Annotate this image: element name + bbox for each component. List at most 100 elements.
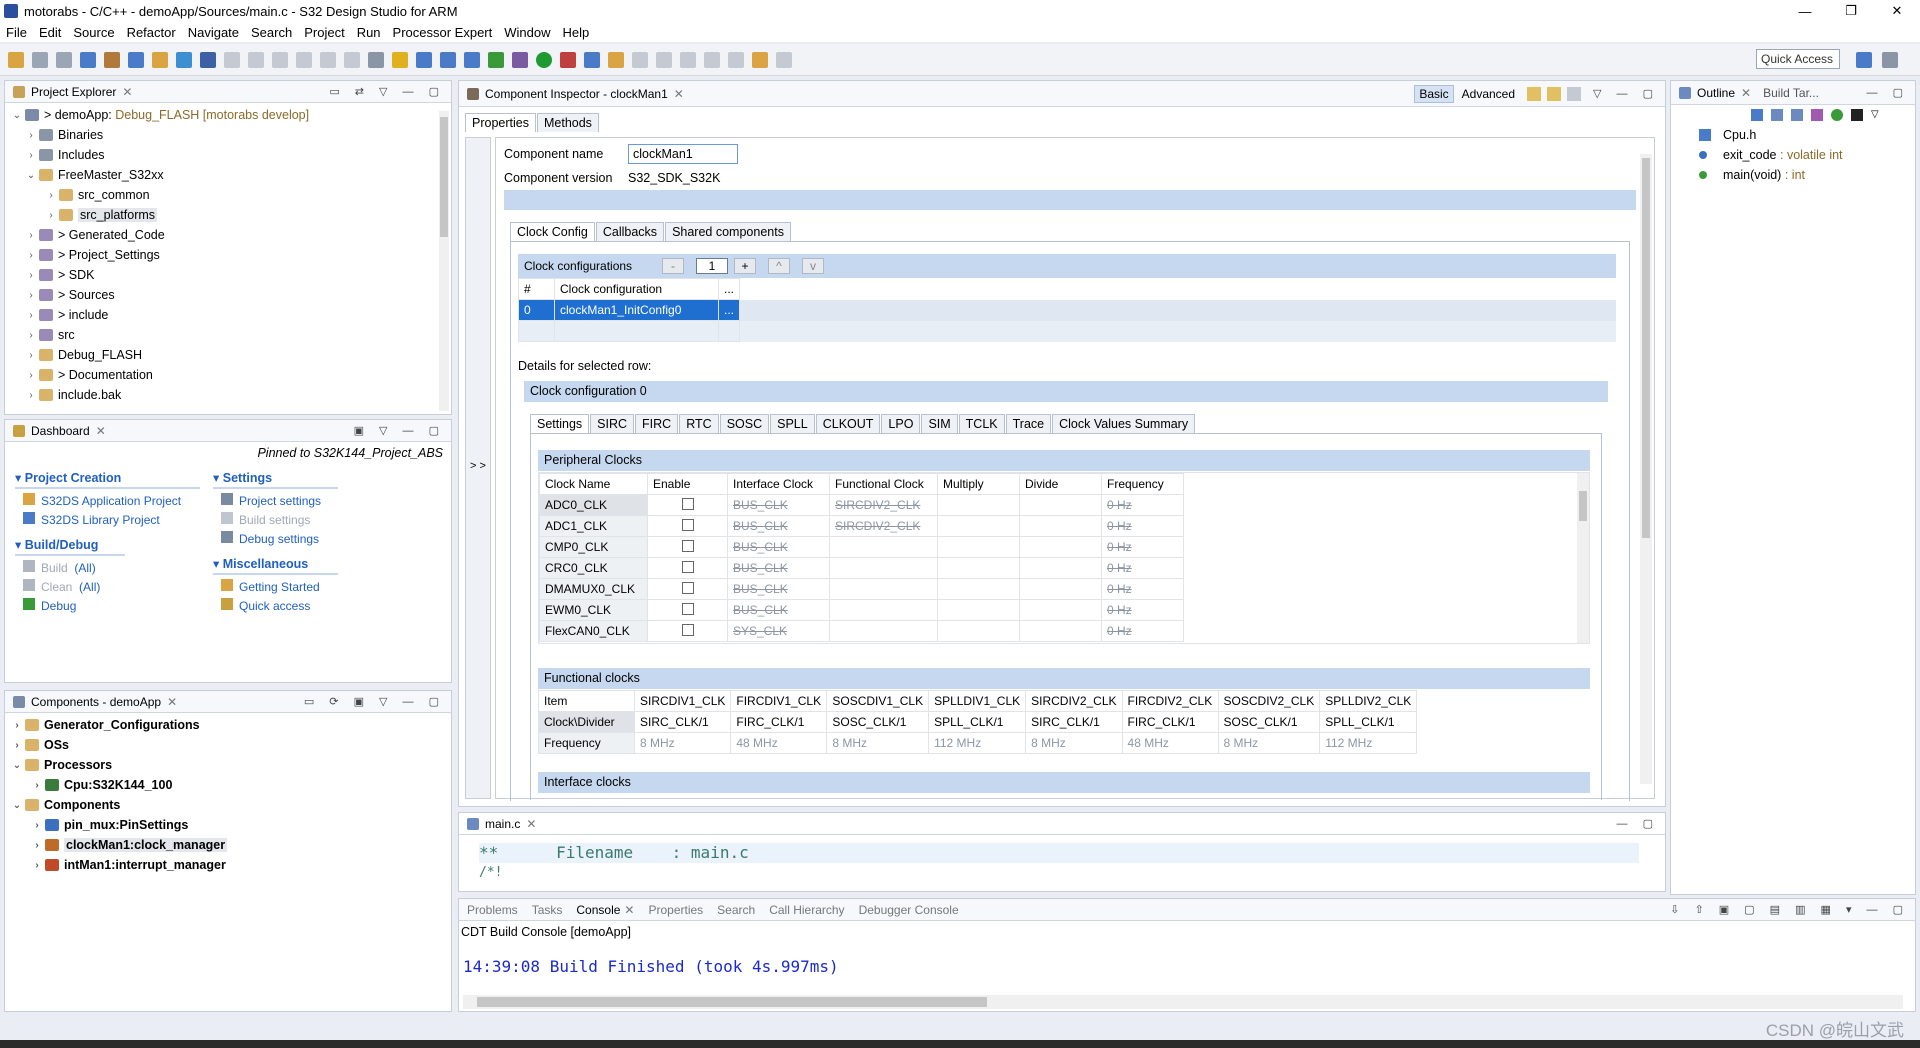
step-into-icon[interactable] xyxy=(320,51,336,68)
outline-item[interactable]: Cpu.h xyxy=(1699,125,1915,145)
s32ds-library-project-link[interactable]: S32DS Library Project xyxy=(23,512,200,531)
code-line-1[interactable]: ** Filename : main.c xyxy=(479,843,1639,863)
chevron-right-icon[interactable]: › xyxy=(31,820,43,831)
hide-static-icon[interactable] xyxy=(1811,109,1823,121)
console-hscrollbar[interactable] xyxy=(463,995,1903,1009)
inspector-title[interactable]: Component Inspector - clockMan1 xyxy=(485,87,668,101)
menu-window[interactable]: Window xyxy=(504,25,550,40)
outline-item[interactable]: exit_code : volatile int xyxy=(1699,145,1915,165)
menu-search[interactable]: Search xyxy=(251,25,292,40)
table-row[interactable]: CMP0_CLK BUS_CLK 0 Hz xyxy=(539,536,1579,558)
back-icon[interactable] xyxy=(1547,86,1562,101)
menu-processor-expert[interactable]: Processor Expert xyxy=(393,25,493,40)
debug-icon[interactable] xyxy=(488,51,504,68)
move-down-button[interactable]: v xyxy=(802,258,824,274)
debug-settings-link[interactable]: Debug settings xyxy=(221,531,338,550)
section-project-creation[interactable]: ▾ Project Creation xyxy=(15,470,200,489)
search-tool-icon[interactable] xyxy=(608,51,624,68)
section-miscellaneous[interactable]: ▾ Miscellaneous xyxy=(213,556,338,575)
enable-checkbox[interactable] xyxy=(681,581,694,594)
cell-divider[interactable]: FIRC_CLK/1 xyxy=(730,711,828,733)
tab-lpo[interactable]: LPO xyxy=(881,414,921,433)
tab-shared-components[interactable]: Shared components xyxy=(665,222,791,241)
generate-code-icon[interactable] xyxy=(176,51,192,68)
s32ds-application-project-link[interactable]: S32DS Application Project xyxy=(23,493,200,512)
terminate-icon[interactable] xyxy=(272,51,288,68)
run-icon[interactable] xyxy=(536,51,552,68)
close-icon[interactable]: ✕ xyxy=(167,695,177,709)
tab-problems[interactable]: Problems xyxy=(467,903,518,917)
close-icon[interactable]: ✕ xyxy=(674,87,684,101)
chevron-right-icon[interactable]: › xyxy=(45,190,57,201)
chevron-right-icon[interactable]: › xyxy=(25,330,37,341)
quick-access-link[interactable]: Quick access xyxy=(221,598,338,617)
tab-clock-config[interactable]: Clock Config xyxy=(510,222,595,241)
tree-item-src[interactable]: › src xyxy=(11,325,451,345)
chevron-right-icon[interactable]: › xyxy=(31,840,43,851)
enable-checkbox[interactable] xyxy=(681,518,694,531)
tree-item-includes[interactable]: › Includes xyxy=(11,145,451,165)
section-build-debug[interactable]: ▾ Build/Debug xyxy=(15,537,125,556)
tree-item-binaries[interactable]: › Binaries xyxy=(11,125,451,145)
back-icon[interactable] xyxy=(752,51,768,68)
view-menu-icon[interactable]: ▭ ⇄ ▽ — ▢ xyxy=(329,85,445,98)
reset-icon[interactable] xyxy=(368,51,384,68)
menu-help[interactable]: Help xyxy=(563,25,590,40)
chevron-right-icon[interactable]: › xyxy=(31,860,43,871)
clean-all-link[interactable]: Clean (All) xyxy=(23,579,200,598)
cell-divider[interactable]: FIRC_CLK/1 xyxy=(1121,711,1219,733)
chevron-right-icon[interactable]: › xyxy=(11,740,23,751)
dashboard-title[interactable]: Dashboard xyxy=(31,424,90,438)
tab-sirc[interactable]: SIRC xyxy=(590,414,635,433)
row-config-name[interactable]: clockMan1_InitConfig0 xyxy=(554,299,719,321)
row-more-button[interactable]: ... xyxy=(717,299,741,321)
tree-item-documentation[interactable]: › > Documentation xyxy=(11,365,451,385)
component-name-input[interactable]: clockMan1 xyxy=(628,144,738,164)
build-settings-link[interactable]: Build settings xyxy=(221,512,338,531)
tab-rtc[interactable]: RTC xyxy=(679,414,719,433)
maximize-button[interactable]: ❐ xyxy=(1828,0,1874,22)
close-icon[interactable]: ✕ xyxy=(624,903,634,917)
hide-fields-icon[interactable] xyxy=(1791,109,1803,121)
cell-divider[interactable]: SIRC_CLK/1 xyxy=(633,711,732,733)
forward-icon[interactable] xyxy=(1567,86,1582,101)
resume-icon[interactable] xyxy=(224,51,240,68)
tab-build-targets[interactable]: Build Tar... xyxy=(1763,86,1819,100)
suspend-icon[interactable] xyxy=(248,51,264,68)
tree-item-components[interactable]: ⌄ Components xyxy=(11,795,451,815)
bug-icon[interactable] xyxy=(512,51,528,68)
table-row[interactable]: Frequency 8 MHz 48 MHz 8 MHz 112 MHz 8 M… xyxy=(538,732,1418,754)
build-all-link[interactable]: Build (All) xyxy=(23,560,200,579)
view-menu-icon[interactable]: — ▢ xyxy=(1617,817,1659,830)
annotation-icon[interactable] xyxy=(632,51,648,68)
inspector-scrollbar-thumb[interactable] xyxy=(1642,158,1650,538)
sort-icon[interactable] xyxy=(1771,109,1783,121)
show-whitespace-icon[interactable] xyxy=(680,51,696,68)
move-up-button[interactable]: ^ xyxy=(768,258,790,274)
hammer-icon[interactable] xyxy=(104,51,120,68)
disconnect-icon[interactable] xyxy=(296,51,312,68)
chevron-right-icon[interactable]: › xyxy=(25,230,37,241)
prev-annotation-icon[interactable] xyxy=(728,51,744,68)
close-icon[interactable]: ✕ xyxy=(1741,86,1751,100)
new-project-icon[interactable] xyxy=(152,51,168,68)
tab-tasks[interactable]: Tasks xyxy=(532,903,563,917)
close-button[interactable]: ✕ xyxy=(1874,0,1920,22)
chevron-right-icon[interactable]: › xyxy=(25,290,37,301)
note-icon[interactable] xyxy=(1527,86,1542,101)
mode-advanced-button[interactable]: Advanced xyxy=(1458,86,1519,102)
save-icon[interactable] xyxy=(32,51,48,68)
tab-properties[interactable]: Properties xyxy=(465,113,536,132)
close-icon[interactable]: ✕ xyxy=(122,85,132,99)
cell-divider[interactable]: SIRC_CLK/1 xyxy=(1025,711,1123,733)
peripheral-scrollbar[interactable] xyxy=(1577,473,1589,643)
view-menu-icon[interactable]: ⇩ ⇧ ▣ ▢ ▤ ▥ ▦ ▾ — ▢ xyxy=(1670,903,1909,916)
table-row[interactable]: 0 clockMan1_InitConfig0 ... xyxy=(518,299,1616,321)
tree-item-sources[interactable]: › > Sources xyxy=(11,285,451,305)
add-config-button[interactable]: + xyxy=(734,258,756,274)
tree-item-cpu[interactable]: › Cpu:S32K144_100 xyxy=(11,775,451,795)
table-row[interactable]: ADC0_CLK BUS_CLK SIRCDIV2_CLK 0 Hz xyxy=(539,494,1579,516)
build-config-icon[interactable] xyxy=(80,51,96,68)
peripheral-scrollbar-thumb[interactable] xyxy=(1579,491,1587,521)
tab-settings[interactable]: Settings xyxy=(530,414,590,433)
